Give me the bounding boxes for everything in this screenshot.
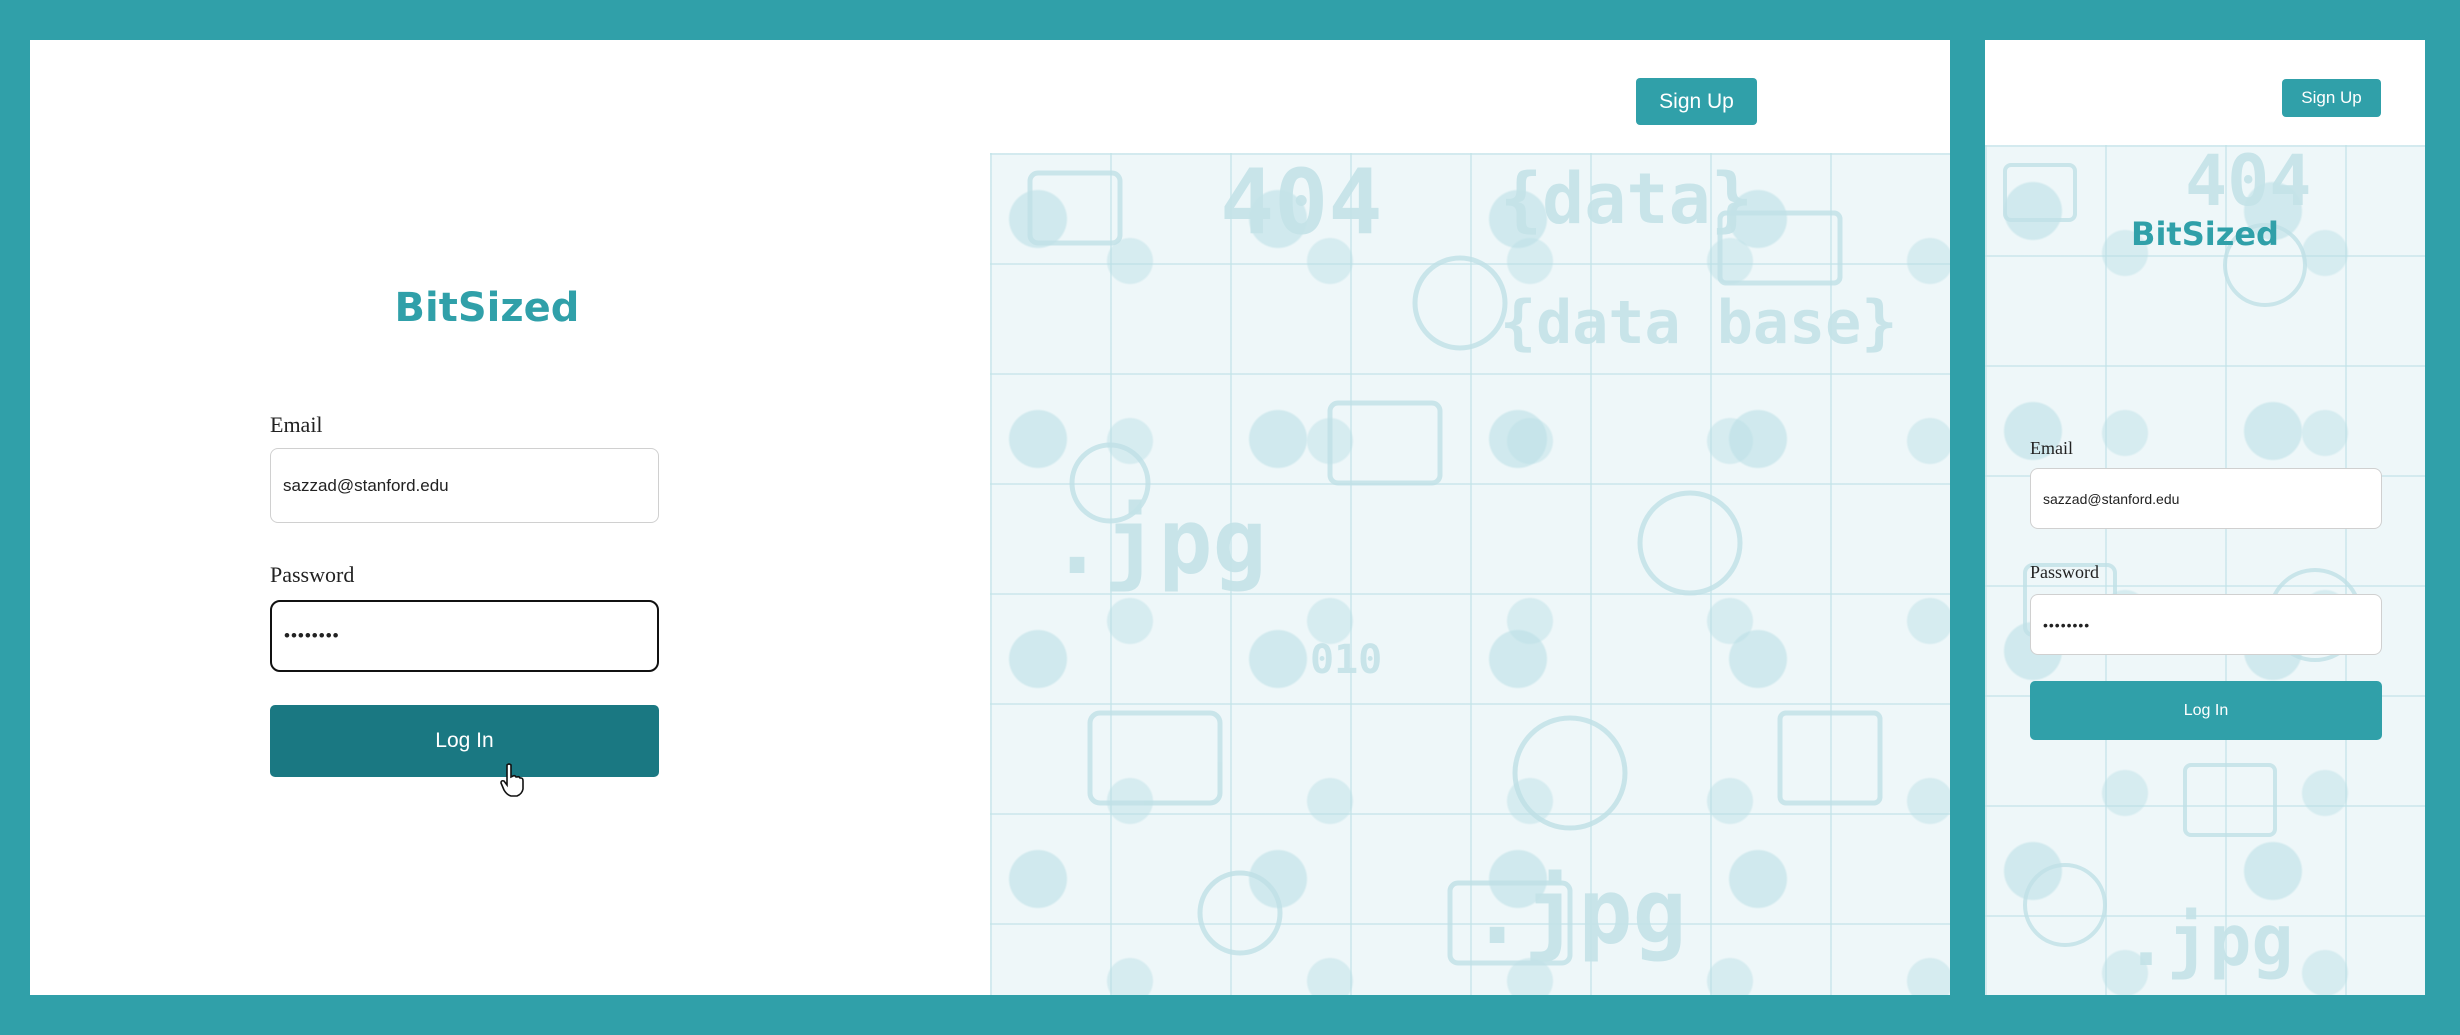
password-field-value: ••••••••	[2043, 616, 2091, 633]
password-field[interactable]: ••••••••	[270, 600, 659, 672]
password-label: Password	[2030, 562, 2100, 582]
svg-text:{data}: {data}	[1500, 158, 1753, 240]
login-button[interactable]: Log In	[2030, 681, 2382, 740]
svg-text:010: 010	[1310, 637, 1382, 683]
email-field-value: sazzad@stanford.edu	[283, 475, 449, 495]
login-button[interactable]: Log In	[270, 705, 659, 777]
email-field[interactable]: sazzad@stanford.edu	[270, 448, 659, 523]
svg-text:404: 404	[2185, 145, 2311, 222]
email-field[interactable]: sazzad@stanford.edu	[2030, 468, 2382, 529]
password-label: Password	[270, 562, 355, 587]
brand-logo: BitSized	[2131, 215, 2279, 253]
email-field-value: sazzad@stanford.edu	[2043, 490, 2180, 507]
svg-text:404: 404	[1220, 153, 1383, 255]
svg-text:.jpg: .jpg	[2125, 900, 2294, 982]
signup-button[interactable]: Sign Up	[2282, 79, 2381, 117]
hand-pointer-cursor-icon	[500, 763, 524, 797]
email-label: Email	[2030, 438, 2073, 458]
desktop-login-view: 404 {data} {data base} .jpg .jpg 010 Sig…	[30, 40, 1950, 995]
mobile-login-view: 404 .jpg Sign Up BitSized Email sazzad@s…	[1985, 40, 2425, 995]
svg-text:.jpg: .jpg	[1050, 490, 1267, 595]
password-field-value: ••••••••	[284, 626, 340, 645]
signup-button[interactable]: Sign Up	[1636, 78, 1757, 125]
svg-text:.jpg: .jpg	[1470, 860, 1687, 965]
background-pattern-panel: 404 {data} {data base} .jpg .jpg 010	[990, 153, 1950, 995]
brand-logo: BitSized	[394, 285, 580, 331]
tech-doodle-pattern: 404 {data} {data base} .jpg .jpg 010	[1027, 153, 1897, 966]
email-label: Email	[270, 412, 323, 437]
password-field[interactable]: ••••••••	[2030, 594, 2382, 655]
svg-text:{data base}: {data base}	[1500, 288, 1897, 358]
